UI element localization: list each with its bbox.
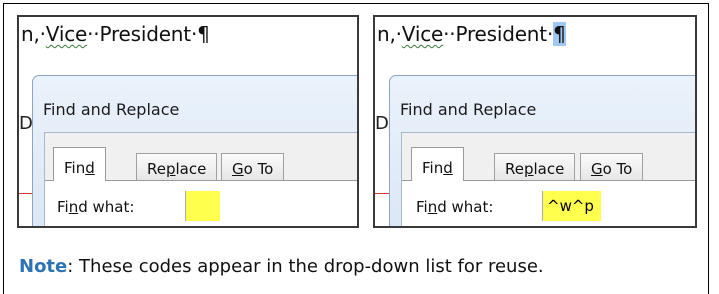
document-text-line: n,·Vice··President·¶ — [21, 22, 210, 46]
find-replace-dialog[interactable]: Find and Replace Find Replace Go To Find… — [389, 75, 695, 226]
dialog-title: Find and Replace — [400, 100, 537, 119]
tab-find[interactable]: Find — [411, 147, 464, 181]
find-panel: Find what: — [45, 181, 357, 226]
tab-go-to[interactable]: Go To — [221, 153, 285, 180]
find-panel: Find what: ^w^p — [402, 181, 695, 226]
find-what-input[interactable] — [185, 191, 357, 221]
red-marker — [375, 193, 389, 194]
partial-document-text: D — [375, 113, 389, 134]
screenshot-after: n,·Vice··President·¶ D Find and Replace … — [373, 15, 697, 228]
tab-replace[interactable]: Replace — [494, 153, 576, 180]
find-replace-dialog[interactable]: Find and Replace Find Replace Go To Find… — [32, 75, 357, 226]
screenshot-before: n,·Vice··President·¶ De Find and Replace… — [17, 15, 359, 228]
document-text-line: n,·Vice··President·¶ — [377, 22, 566, 46]
paragraph-mark-selected: ¶ — [553, 22, 566, 46]
find-value-highlight: ^w^p — [543, 191, 601, 221]
note-text: : These codes appear in the drop-down li… — [67, 256, 544, 277]
tab-replace[interactable]: Replace — [136, 153, 218, 180]
dialog-body: Find Replace Go To Find what: — [44, 132, 357, 226]
red-marker — [19, 193, 33, 194]
tab-find[interactable]: Find — [53, 147, 106, 181]
dialog-body: Find Replace Go To Find what: ^w^p — [401, 132, 695, 226]
find-what-label: Find what: — [57, 198, 135, 216]
find-what-label: Find what: — [416, 198, 494, 216]
find-value-highlight — [186, 191, 220, 221]
note-caption: Note: These codes appear in the drop-dow… — [19, 256, 544, 277]
note-lead: Note — [19, 256, 68, 277]
find-what-input[interactable]: ^w^p — [542, 191, 695, 221]
tab-go-to[interactable]: Go To — [580, 153, 644, 180]
dialog-title: Find and Replace — [43, 100, 180, 119]
paragraph-mark: ¶ — [197, 22, 210, 46]
